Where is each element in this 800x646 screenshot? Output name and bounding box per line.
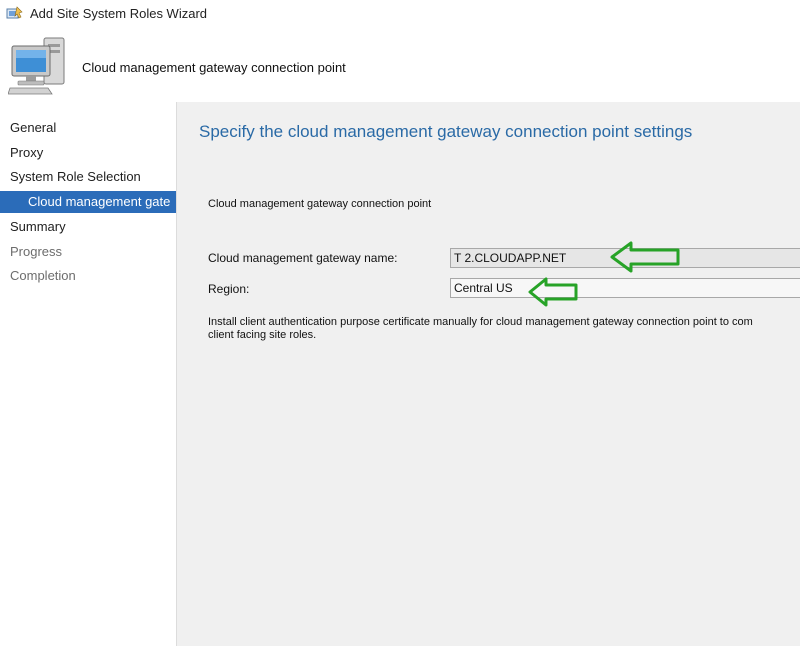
- nav-item-completion: Completion: [10, 268, 76, 283]
- nav-item-summary[interactable]: Summary: [0, 216, 176, 238]
- nav-item-progress: Progress: [10, 244, 63, 259]
- page-title: Specify the cloud management gateway con…: [199, 122, 693, 141]
- left-arrow-icon: [610, 241, 680, 273]
- nav-item-proxy[interactable]: Proxy: [0, 142, 176, 164]
- wizard-nav: General Proxy System Role Selection Clou…: [0, 102, 177, 646]
- gateway-name-label: Cloud management gateway name:: [208, 251, 398, 265]
- wizard-main-panel: Specify the cloud management gateway con…: [177, 102, 800, 646]
- nav-item-general[interactable]: General: [0, 117, 176, 139]
- left-arrow-icon: [528, 277, 578, 307]
- info-line-2: client facing site roles.: [208, 329, 317, 341]
- info-line-1: Install client authentication purpose ce…: [208, 316, 753, 328]
- wizard-header: Cloud management gateway connection poin…: [0, 28, 800, 102]
- region-field[interactable]: Central US: [450, 278, 800, 298]
- title-bar: Add Site System Roles Wizard: [0, 0, 800, 28]
- computer-icon: [8, 37, 65, 95]
- window-title: Add Site System Roles Wizard: [30, 6, 208, 21]
- nav-item-system-role-selection[interactable]: System Role Selection: [0, 166, 176, 188]
- nav-item-cloud-management-gateway[interactable]: Cloud management gate: [0, 191, 176, 213]
- wizard-heading: Cloud management gateway connection poin…: [82, 60, 346, 75]
- certificate-info-text: Install client authentication purpose ce…: [208, 316, 753, 342]
- wizard-app-icon: [6, 6, 23, 19]
- region-label: Region:: [208, 282, 250, 296]
- section-label: Cloud management gateway connection poin…: [208, 198, 432, 210]
